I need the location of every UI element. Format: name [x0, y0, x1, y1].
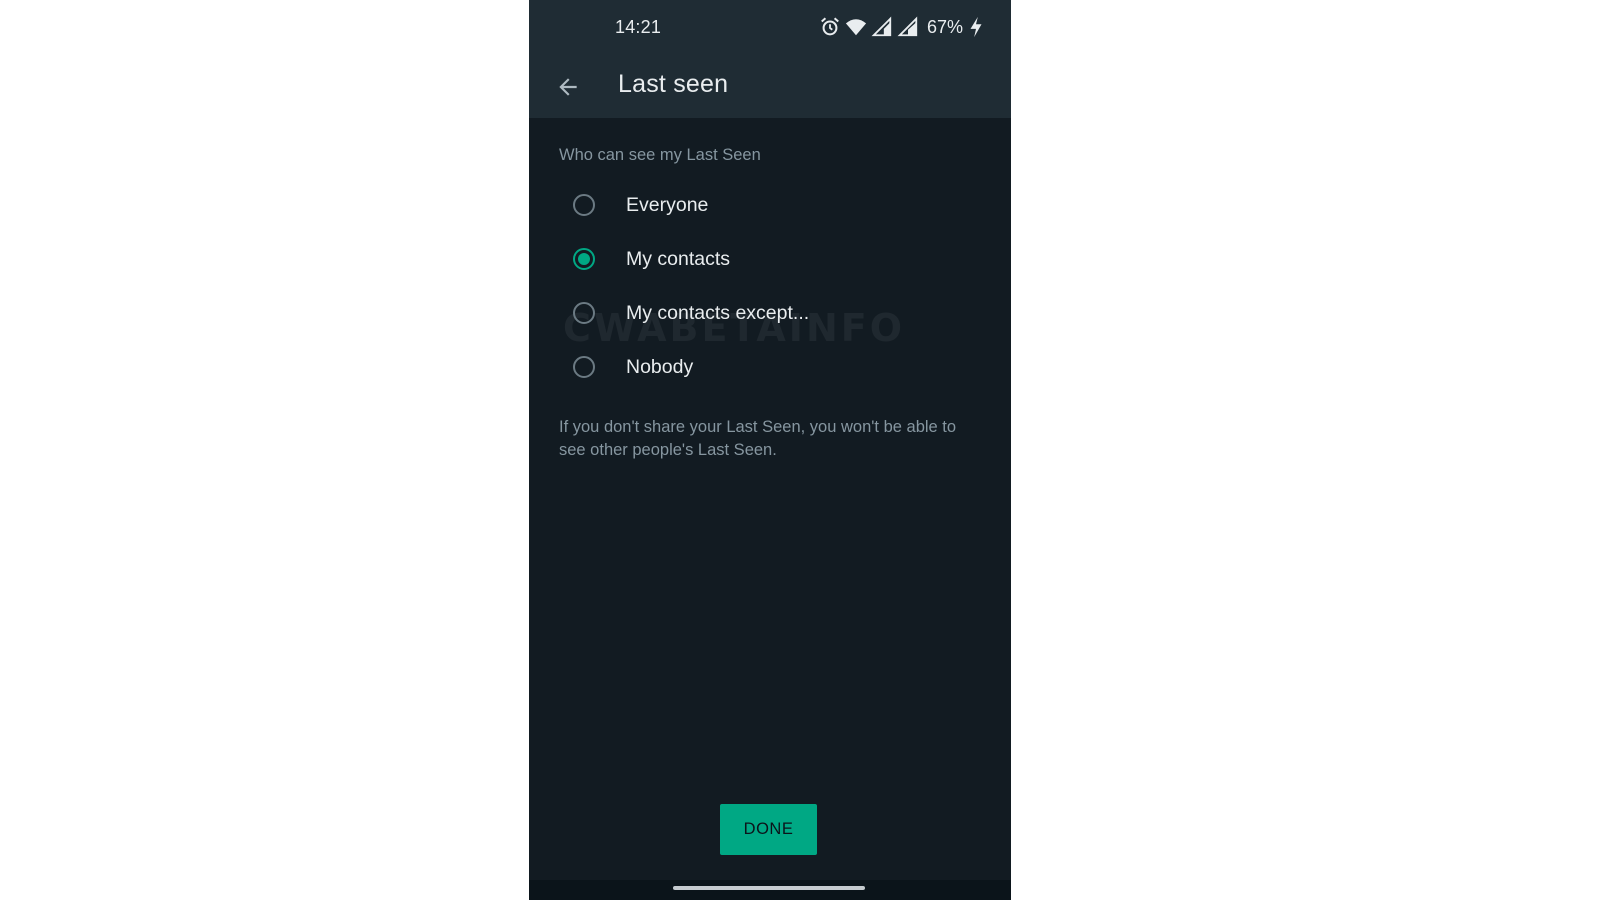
- radio-my-contacts[interactable]: [573, 248, 595, 270]
- app-bar: Last seen: [529, 56, 1011, 118]
- option-label: Everyone: [626, 193, 709, 216]
- radio-my-contacts-except[interactable]: [573, 302, 595, 324]
- option-nobody[interactable]: Nobody: [573, 345, 993, 389]
- info-text: If you don't share your Last Seen, you w…: [559, 418, 957, 459]
- status-icons: 67%: [819, 16, 983, 38]
- option-label: My contacts except...: [626, 301, 810, 324]
- page-title: Last seen: [618, 70, 729, 98]
- battery-percentage: 67%: [926, 16, 963, 37]
- radio-everyone[interactable]: [573, 194, 595, 216]
- back-button[interactable]: [549, 68, 587, 106]
- status-time: 14:21: [615, 17, 662, 37]
- navigation-bar: [529, 880, 1011, 900]
- arrow-left-icon: [559, 78, 577, 96]
- phone-screen: 14:21 67% Last seen Who can see my Last …: [529, 0, 1011, 900]
- signal-icon: [871, 16, 893, 38]
- radio-nobody[interactable]: [573, 356, 595, 378]
- option-my-contacts-except[interactable]: My contacts except...: [573, 291, 993, 335]
- alarm-icon: [819, 16, 841, 38]
- done-button[interactable]: DONE: [720, 804, 817, 855]
- option-label: Nobody: [626, 355, 694, 378]
- status-bar: 14:21 67%: [529, 0, 1011, 56]
- option-my-contacts[interactable]: My contacts: [573, 237, 993, 281]
- signal-icon: [897, 16, 919, 38]
- section-label: Who can see my Last Seen: [559, 146, 761, 164]
- wifi-icon: [845, 16, 867, 38]
- charging-icon: [969, 16, 983, 38]
- home-indicator[interactable]: [673, 886, 865, 890]
- option-everyone[interactable]: Everyone: [573, 183, 993, 227]
- option-label: My contacts: [626, 247, 731, 270]
